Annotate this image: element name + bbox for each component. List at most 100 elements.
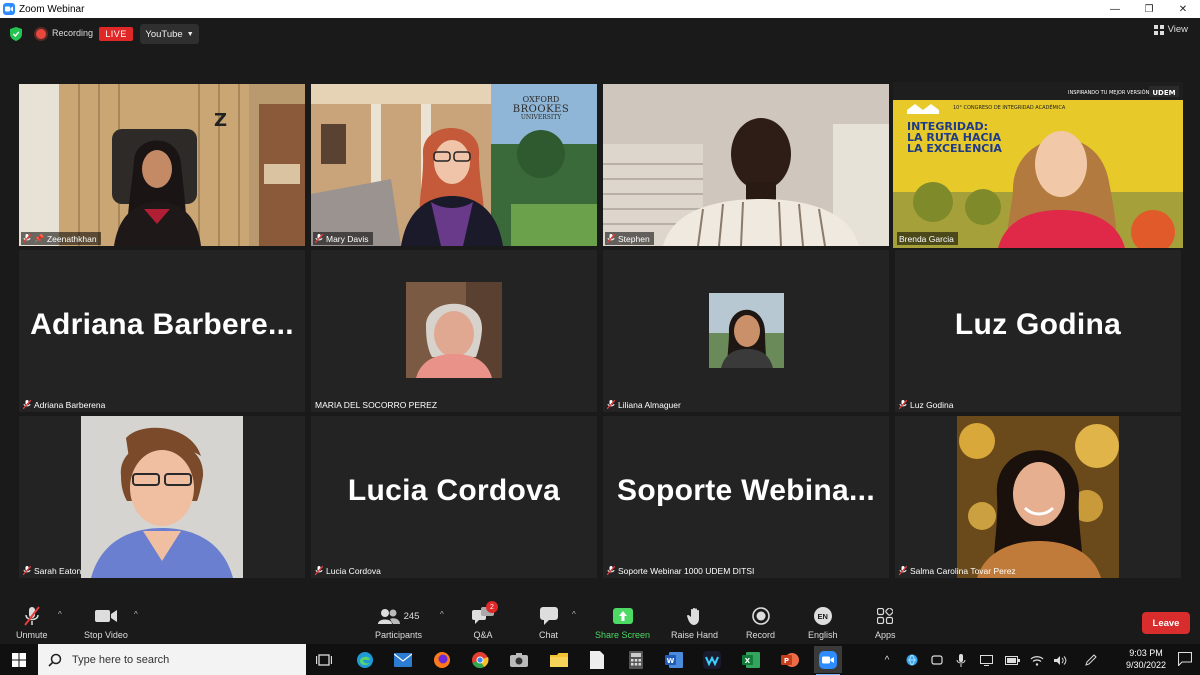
taskbar-search-box[interactable]: [38, 644, 306, 675]
chrome-icon: [472, 652, 489, 669]
mic-muted-icon: [607, 400, 615, 409]
taskbar-clock[interactable]: 9:03 PM 9/30/2022: [1126, 647, 1166, 671]
task-view-button[interactable]: [310, 648, 338, 672]
minimize-button[interactable]: —: [1098, 0, 1132, 18]
participants-button[interactable]: 245 Participants: [375, 604, 422, 640]
video-tile-adriana-barberena[interactable]: Adriana Barbere... Adriana Barberena: [19, 250, 305, 412]
livestream-target-dropdown[interactable]: YouTube ▼: [140, 24, 199, 44]
leave-button[interactable]: Leave: [1142, 612, 1190, 634]
tray-volume-icon[interactable]: [1053, 652, 1069, 668]
chat-button[interactable]: Chat: [539, 604, 558, 640]
tray-screen-icon[interactable]: [978, 652, 994, 668]
tray-pen-icon[interactable]: [1082, 652, 1098, 668]
live-badge[interactable]: LIVE: [99, 27, 133, 41]
tray-overflow-chevron-icon[interactable]: ^: [879, 652, 895, 668]
close-button[interactable]: ✕: [1166, 0, 1200, 18]
stop-video-button[interactable]: Stop Video: [84, 604, 128, 640]
chat-bubble-icon: [539, 607, 558, 625]
qa-label: Q&A: [473, 630, 493, 640]
tray-battery-icon[interactable]: [1004, 652, 1020, 668]
tray-meet-now-icon[interactable]: [929, 652, 945, 668]
taskbar-edge[interactable]: [351, 648, 379, 672]
video-tile-brenda-garcia-active-speaker[interactable]: INSPIRANDO TU MEJOR VERSIÓN UDEM 10° CON…: [893, 82, 1183, 248]
taskbar-file-explorer[interactable]: [545, 648, 573, 672]
windows-taskbar: W X P ^ 9:03 PM 9/30/2022: [0, 644, 1200, 675]
apps-button[interactable]: Apps: [875, 604, 896, 640]
firefox-icon: [434, 652, 450, 668]
unmute-label: Unmute: [16, 630, 48, 640]
grid-view-icon: [1153, 24, 1164, 35]
participant-name: Liliana Almaguer: [618, 399, 681, 410]
video-tile-lucia-cordova[interactable]: Lucia Cordova Lucia Cordova: [311, 416, 597, 578]
participant-name: Soporte Webinar 1000 UDEM DITSI: [618, 565, 755, 576]
video-options-caret-icon[interactable]: ^: [134, 610, 138, 619]
participant-nametag: MARIA DEL SOCORRO PEREZ: [313, 398, 441, 411]
taskbar-powerpoint[interactable]: P: [776, 648, 804, 672]
start-button[interactable]: [0, 644, 38, 675]
share-screen-button[interactable]: Share Screen: [595, 604, 650, 640]
video-tile-stephen[interactable]: Stephen: [603, 84, 889, 246]
language-code: EN: [817, 611, 828, 621]
participant-name: Adriana Barberena: [34, 399, 106, 410]
video-tile-luz-godina[interactable]: Luz Godina Luz Godina: [895, 250, 1181, 412]
raise-hand-button[interactable]: Raise Hand: [671, 604, 718, 640]
taskbar-camera[interactable]: [505, 648, 533, 672]
record-button[interactable]: Record: [746, 604, 775, 640]
taskbar-word[interactable]: W: [660, 648, 688, 672]
video-tile-sarah-eaton[interactable]: Sarah Eaton: [19, 416, 305, 578]
participants-count: 245: [403, 610, 420, 622]
video-tile-liliana-almaguer[interactable]: Liliana Almaguer: [603, 250, 889, 412]
mic-muted-icon: [23, 566, 31, 575]
raise-hand-icon: [686, 607, 699, 625]
taskbar-chrome[interactable]: [466, 648, 494, 672]
taskbar-mail[interactable]: [389, 648, 417, 672]
taskbar-webex[interactable]: [698, 648, 726, 672]
pin-icon: 📌: [34, 234, 44, 243]
video-tile-zeenathkhan[interactable]: Z 📌 Zeenathkhan: [19, 84, 305, 246]
participant-name: Stephen: [618, 233, 650, 244]
tray-microphone-icon[interactable]: [953, 652, 969, 668]
livestream-target-label: YouTube: [145, 28, 183, 40]
language-interpretation-button[interactable]: EN English: [808, 604, 838, 640]
calculator-icon: [629, 651, 643, 669]
participant-profile-photo: [81, 416, 243, 578]
participant-name: Mary Davis: [326, 233, 369, 244]
zoom-icon: [819, 650, 837, 669]
taskbar-calculator[interactable]: [622, 648, 650, 672]
qa-button[interactable]: 2 Q&A: [472, 601, 498, 640]
video-tile-maria-del-socorro-perez[interactable]: MARIA DEL SOCORRO PEREZ: [311, 250, 597, 412]
video-tile-mary-davis[interactable]: OXFORD BROOKES UNIVERSITY Mary Davis: [311, 84, 597, 246]
windows-logo-icon: [12, 652, 26, 667]
powerpoint-icon: P: [781, 653, 799, 667]
audio-options-caret-icon[interactable]: ^: [58, 610, 62, 619]
mic-muted-icon: [315, 234, 323, 243]
search-input[interactable]: [72, 653, 292, 666]
participants-icon: [377, 609, 400, 624]
participant-name: Brenda Garcia: [899, 233, 954, 244]
notification-center-icon[interactable]: [1178, 652, 1192, 666]
microphone-muted-icon: [23, 606, 40, 626]
chat-options-caret-icon[interactable]: ^: [572, 610, 576, 619]
oxford-brookes-logo: OXFORD: [523, 95, 560, 104]
word-icon: W: [665, 652, 683, 668]
unmute-button[interactable]: Unmute: [16, 604, 48, 640]
taskbar-excel[interactable]: X: [737, 648, 765, 672]
share-screen-arrow-icon: [612, 608, 633, 624]
maximize-button[interactable]: ❐: [1132, 0, 1166, 18]
taskbar-document[interactable]: [583, 648, 611, 672]
record-label: Record: [746, 630, 776, 640]
video-tile-salma-carolina-tovar-perez[interactable]: Salma Carolina Tovar Perez: [895, 416, 1181, 578]
participant-nametag: Sarah Eaton: [21, 564, 85, 577]
view-button[interactable]: View: [1153, 24, 1188, 35]
video-tile-soporte-webinar[interactable]: Soporte Webina... Soporte Webinar 1000 U…: [603, 416, 889, 578]
raise-hand-label: Raise Hand: [671, 630, 719, 640]
participant-display-name: Adriana Barbere...: [30, 308, 294, 341]
encryption-shield-icon[interactable]: [10, 27, 22, 41]
tray-network-globe-icon[interactable]: [904, 652, 920, 668]
participant-display-name: Luz Godina: [954, 308, 1122, 341]
participants-options-caret-icon[interactable]: ^: [440, 610, 444, 619]
taskbar-firefox[interactable]: [428, 648, 456, 672]
tray-wifi-icon[interactable]: [1029, 652, 1045, 668]
svg-text:UNIVERSITY: UNIVERSITY: [521, 114, 562, 121]
taskbar-zoom[interactable]: [814, 646, 842, 675]
